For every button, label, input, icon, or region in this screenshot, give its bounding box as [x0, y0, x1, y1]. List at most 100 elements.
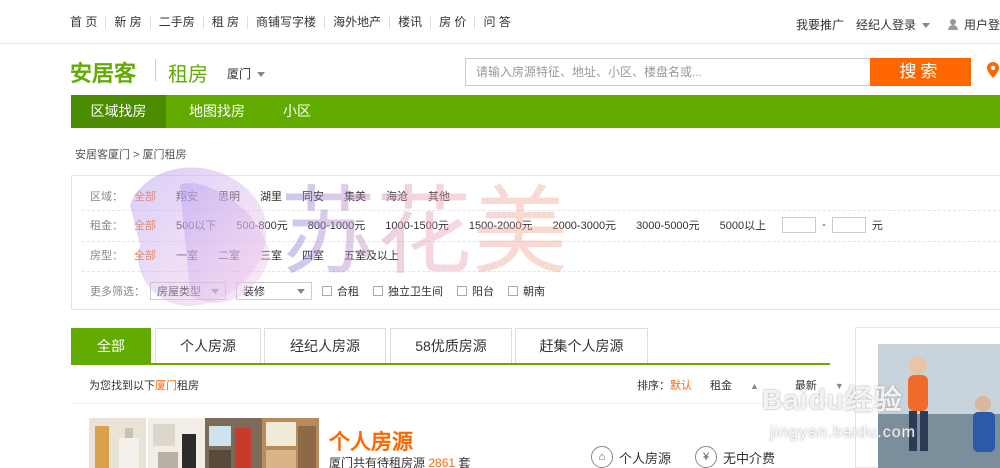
filter-row-area: 区域： 全部 翔安 思明 湖里 同安 集美 海沧 其他: [90, 186, 470, 206]
filter-option[interactable]: 海沧: [386, 188, 408, 204]
tab-underline: [71, 363, 830, 365]
tab-map-search[interactable]: 地图找房: [173, 95, 261, 128]
listing-photo: [89, 418, 146, 468]
checkbox-label: 独立卫生间: [388, 286, 443, 298]
sort-label: 排序：: [637, 380, 670, 392]
nav-prices[interactable]: 房 价: [430, 16, 474, 29]
filter-label: 房型：: [90, 250, 123, 262]
search-button[interactable]: 搜索: [870, 58, 971, 86]
filter-option[interactable]: 三室: [260, 247, 282, 263]
city-selector[interactable]: 厦门: [227, 65, 266, 82]
filter-option[interactable]: 四室: [302, 247, 324, 263]
filter-row-layout: 房型： 全部 一室 二室 三室 四室 五室及以上: [90, 245, 419, 265]
filter-label: 更多筛选：: [90, 286, 145, 298]
divider: [82, 271, 1000, 272]
filter-option[interactable]: 思明: [218, 188, 240, 204]
decoration-select[interactable]: 装修: [236, 282, 312, 300]
result-summary: 为您找到以下厦门租房: [89, 377, 199, 393]
agent-login-link[interactable]: 经纪人登录: [856, 16, 930, 33]
checkbox-icon: [508, 286, 518, 296]
decoration-select-label: 装修: [243, 286, 265, 298]
rent-min-input[interactable]: [782, 217, 817, 233]
card-title[interactable]: 个人房源: [329, 426, 413, 456]
site-logo[interactable]: 安居客: [70, 56, 136, 88]
house-type-select-label: 房屋类型: [157, 286, 201, 298]
sort-rent-label: 租金: [710, 380, 732, 392]
filter-option[interactable]: 1500-2000元: [469, 217, 533, 233]
south-facing-checkbox[interactable]: 朝南: [508, 283, 545, 299]
filter-panel: 区域： 全部 翔安 思明 湖里 同安 集美 海沧 其他 租金： 全部 500以下…: [71, 175, 1000, 310]
filter-option[interactable]: 集美: [344, 188, 366, 204]
user-icon: [947, 19, 958, 30]
filter-row-rent: 租金： 全部 500以下 500-800元 800-1000元 1000-150…: [90, 215, 883, 235]
tab-community[interactable]: 小区: [267, 95, 327, 128]
checkbox-icon: [373, 286, 383, 296]
promote-link[interactable]: 我要推广: [796, 16, 844, 33]
filter-option[interactable]: 2000-3000元: [552, 217, 616, 233]
rent-max-input[interactable]: [831, 217, 866, 233]
house-type-select[interactable]: 房屋类型: [150, 282, 226, 300]
filter-option[interactable]: 全部: [134, 247, 156, 263]
filter-option[interactable]: 二室: [218, 247, 240, 263]
private-bathroom-checkbox[interactable]: 独立卫生间: [373, 283, 443, 299]
balcony-checkbox[interactable]: 阳台: [457, 283, 494, 299]
divider: [82, 241, 1000, 242]
filter-option[interactable]: 湖里: [260, 188, 282, 204]
listing-photo: [262, 418, 319, 468]
nav-new-homes[interactable]: 新 房: [105, 16, 149, 29]
search-input[interactable]: 请输入房源特征、地址、小区、楼盘名或...: [465, 58, 871, 86]
feature-personal: ⌂ 个人房源: [591, 446, 671, 468]
checkbox-icon: [322, 286, 332, 296]
nav-home[interactable]: 首 页: [70, 16, 105, 29]
rent-unit: 元: [871, 220, 883, 232]
filter-option[interactable]: 全部: [134, 188, 156, 204]
divider: [82, 210, 1000, 211]
feature-label: 无中介费: [723, 450, 776, 466]
sort-default[interactable]: 默认: [670, 377, 692, 393]
top-nav-right: 我要推广 经纪人登录 用户登: [784, 16, 1000, 33]
checkbox-icon: [457, 286, 467, 296]
tab-agent[interactable]: 经纪人房源: [264, 328, 386, 363]
tab-all[interactable]: 全部: [71, 328, 151, 363]
feature-label: 个人房源: [619, 450, 672, 466]
nav-overseas[interactable]: 海外地产: [324, 16, 389, 29]
nav-second-hand[interactable]: 二手房: [149, 16, 203, 29]
shared-rent-checkbox[interactable]: 合租: [322, 283, 359, 299]
top-navbar: 首 页 新 房 二手房 租 房 商铺写字楼 海外地产 楼讯 房 价 问 答 我要…: [0, 0, 1000, 44]
listing-card[interactable]: 个人房源 厦门共有待租房源 2861 套 ⌂ 个人房源 ¥ 无中介费: [71, 403, 830, 468]
filter-option[interactable]: 1000-1500元: [385, 217, 449, 233]
checkbox-label: 朝南: [523, 286, 545, 298]
filter-option[interactable]: 5000以上: [720, 217, 766, 233]
tab-personal[interactable]: 个人房源: [155, 328, 261, 363]
location-pin-icon[interactable]: [987, 62, 999, 78]
filter-option[interactable]: 一室: [176, 247, 198, 263]
filter-option[interactable]: 500-800元: [236, 217, 287, 233]
filter-option[interactable]: 800-1000元: [308, 217, 366, 233]
filter-label: 租金：: [90, 220, 123, 232]
filter-option[interactable]: 500以下: [176, 217, 216, 233]
tab-ganji-personal[interactable]: 赶集个人房源: [515, 328, 648, 363]
nav-qa[interactable]: 问 答: [474, 16, 518, 29]
user-center-link[interactable]: 用户登: [964, 16, 1000, 33]
tab-58-premium[interactable]: 58优质房源: [390, 328, 512, 363]
filter-option[interactable]: 3000-5000元: [636, 217, 700, 233]
breadcrumb[interactable]: 安居客厦门 > 厦门租房: [75, 146, 187, 162]
filter-option[interactable]: 五室及以上: [344, 247, 399, 263]
filter-option[interactable]: 同安: [302, 188, 324, 204]
nav-rent[interactable]: 租 房: [202, 16, 247, 29]
filter-option[interactable]: 全部: [134, 217, 156, 233]
filter-option[interactable]: 其他: [428, 188, 450, 204]
chevron-down-icon: [921, 23, 930, 29]
nav-commercial[interactable]: 商铺写字楼: [247, 16, 324, 29]
filter-label: 区域：: [90, 191, 123, 203]
top-nav-links: 首 页 新 房 二手房 租 房 商铺写字楼 海外地产 楼讯 房 价 问 答: [70, 16, 519, 29]
tab-area-search[interactable]: 区域找房: [71, 95, 166, 128]
filter-option[interactable]: 翔安: [176, 188, 198, 204]
listing-photo: [148, 418, 205, 468]
rent-range-dash: -: [822, 219, 826, 231]
chevron-down-icon: [257, 72, 266, 78]
yen-icon: ¥: [695, 446, 717, 468]
result-suffix: 租房: [177, 380, 199, 392]
nav-news[interactable]: 楼讯: [389, 16, 430, 29]
main-nav-bar: 区域找房 地图找房 小区: [71, 95, 1000, 128]
